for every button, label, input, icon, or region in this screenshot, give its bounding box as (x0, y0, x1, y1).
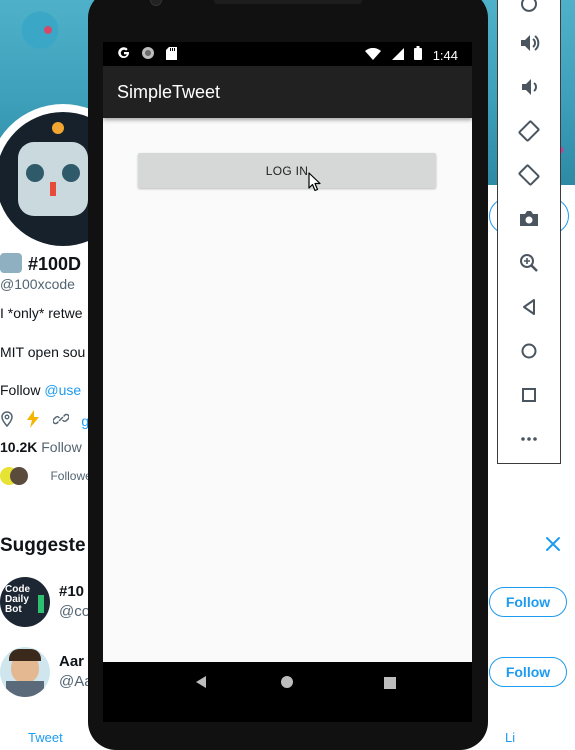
robot-avatar-icon (18, 142, 88, 216)
home-icon[interactable] (518, 340, 540, 362)
tab-likes[interactable]: Li (505, 730, 515, 745)
battery-icon (414, 46, 423, 65)
profile-bio-line: I *only* retwe (0, 305, 83, 321)
avatar-decoration (38, 595, 44, 613)
home-icon[interactable] (280, 675, 294, 694)
front-camera-icon (150, 0, 162, 6)
sd-card-icon (165, 46, 177, 65)
android-emulator-device: 1:44 SimpleTweet LOG IN (88, 0, 488, 750)
zoom-icon[interactable] (518, 252, 540, 274)
suggestion-handle: @co (59, 603, 91, 620)
rotate-left-icon[interactable] (518, 120, 540, 142)
back-icon[interactable] (194, 675, 208, 694)
suggestion-name: Aar (59, 653, 85, 670)
overview-icon[interactable] (518, 384, 540, 406)
status-bar: 1:44 (103, 42, 472, 66)
google-g-icon (117, 46, 131, 65)
rotate-right-icon[interactable] (518, 164, 540, 186)
profile-handle: @100xcode (0, 276, 75, 292)
follow-mention-link[interactable]: @use (44, 382, 81, 398)
follow-button[interactable]: Follow (489, 657, 567, 687)
volume-down-icon[interactable] (518, 76, 540, 98)
camera-icon[interactable] (518, 208, 540, 230)
avatar-text: Code Daily Bot (5, 584, 30, 615)
link-icon (52, 411, 70, 430)
suggestion-name: #10 (59, 583, 85, 600)
followers-number: 10.2K (0, 439, 38, 455)
close-icon[interactable] (543, 534, 563, 554)
signal-icon (391, 47, 404, 65)
app-toolbar: SimpleTweet (103, 66, 472, 118)
follow-prefix-text: Follow (0, 382, 41, 398)
mouse-pointer-icon (308, 172, 322, 192)
app-title: SimpleTweet (117, 82, 221, 102)
recents-icon[interactable] (384, 676, 396, 694)
circle-dot-icon (141, 46, 155, 65)
power-icon[interactable] (518, 0, 540, 15)
login-button[interactable]: LOG IN (138, 153, 436, 188)
lightning-icon (26, 410, 40, 431)
avatar-hair (9, 649, 41, 661)
followers-label: Follow (41, 439, 82, 455)
device-screen: 1:44 SimpleTweet LOG IN (103, 42, 472, 662)
banner-decoration (44, 26, 52, 34)
profile-meta-row: g (0, 410, 97, 431)
speaker-grille (214, 0, 362, 4)
wifi-icon (365, 47, 382, 65)
suggestions-heading: Suggeste (0, 535, 86, 556)
follow-button[interactable]: Follow (489, 587, 567, 617)
followers-count[interactable]: 10.2K Follow (0, 439, 82, 455)
profile-follow-line: Follow @use (0, 382, 81, 398)
suggestion-avatar[interactable] (0, 647, 50, 697)
more-icon[interactable] (518, 428, 540, 450)
followed-by-row[interactable]: Followe (0, 467, 92, 487)
emulator-toolbar (497, 0, 561, 464)
followed-by-text: Followe (50, 469, 92, 483)
display-name-text: #100D (28, 254, 82, 274)
suggestion-avatar[interactable]: Code Daily Bot (0, 577, 50, 627)
location-icon (0, 411, 14, 430)
back-icon[interactable] (518, 296, 540, 318)
profile-bio-line: MIT open sou (0, 344, 86, 360)
android-nav-bar (103, 662, 472, 722)
status-time: 1:44 (432, 48, 458, 63)
mini-avatar (10, 467, 28, 485)
profile-display-name: #100D (0, 253, 81, 275)
avatar-shirt (6, 681, 44, 697)
robot-emoji-icon (0, 253, 22, 273)
tab-tweets[interactable]: Tweet (28, 730, 63, 745)
volume-up-icon[interactable] (518, 32, 540, 54)
